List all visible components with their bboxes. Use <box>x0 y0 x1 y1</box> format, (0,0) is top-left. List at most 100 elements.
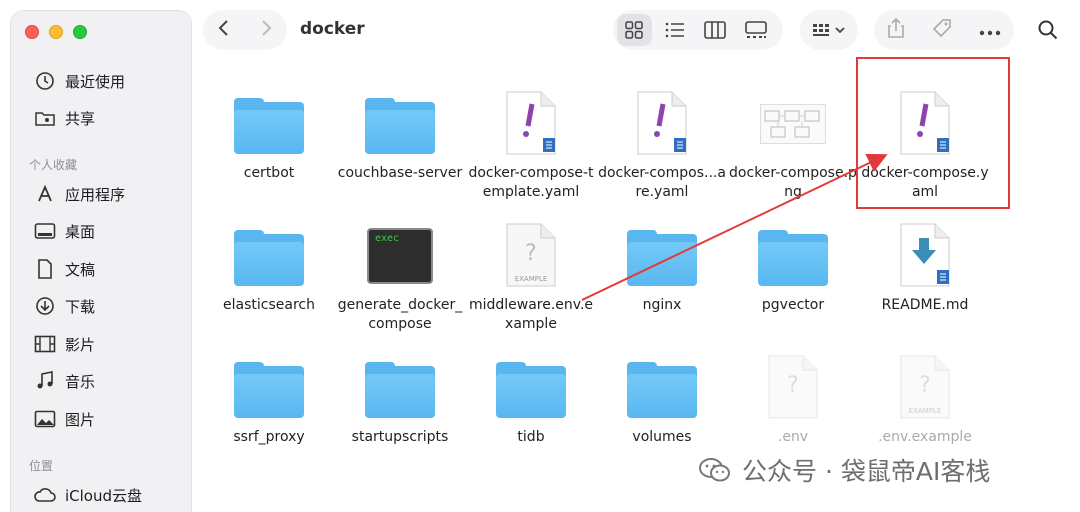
more-options-button[interactable] <box>979 21 1001 40</box>
icon-view-button[interactable] <box>617 14 652 46</box>
sidebar-item-documents[interactable]: 文稿 <box>33 255 95 283</box>
file-name: startupscripts <box>351 429 449 445</box>
file-item[interactable]: startupscripts <box>335 342 465 447</box>
music-icon <box>33 371 57 391</box>
file-badge: EXAMPLE <box>514 275 548 283</box>
window-controls <box>25 25 87 39</box>
file-name: .env <box>777 429 809 445</box>
cloud-icon <box>33 485 57 505</box>
search-button[interactable] <box>1030 12 1066 48</box>
file-item[interactable]: docker-compose-template.yaml <box>466 78 596 202</box>
sidebar-item-label: 影片 <box>65 335 96 354</box>
file-item[interactable]: volumes <box>597 342 727 447</box>
file-item[interactable]: docker-compos...are.yaml <box>597 78 727 202</box>
film-icon <box>33 334 57 354</box>
file-name: couchbase-server <box>337 165 463 181</box>
image-icon <box>33 409 57 429</box>
watermark-text: 公众号 · 袋鼠帝AI客栈 <box>742 457 991 486</box>
navigation-buttons <box>203 10 287 50</box>
file-name: docker-compos...are.yaml <box>598 165 726 200</box>
folder-icon <box>365 98 435 154</box>
share-button[interactable] <box>887 17 905 43</box>
gallery-view-button[interactable] <box>739 14 774 46</box>
document-icon <box>33 259 57 279</box>
unknown-file-icon: ? <box>768 355 818 419</box>
file-name: nginx <box>642 297 682 313</box>
file-item[interactable]: README.md <box>860 210 990 315</box>
yaml-file-icon <box>637 91 687 155</box>
wechat-icon <box>699 458 730 482</box>
file-item[interactable]: certbot <box>204 78 334 183</box>
sidebar-item-pictures[interactable]: 图片 <box>33 405 95 433</box>
file-name: volumes <box>632 429 692 445</box>
file-name: pgvector <box>761 297 825 313</box>
sidebar-item-music[interactable]: 音乐 <box>33 367 95 395</box>
tag-button[interactable] <box>931 17 953 43</box>
file-item[interactable]: ? EXAMPLE middleware.env.example <box>466 210 596 334</box>
file-item[interactable]: docker-compose.png <box>728 78 858 202</box>
watermark: 公众号 · 袋鼠帝AI客栈 <box>698 452 990 488</box>
locations-header: 位置 <box>29 459 54 473</box>
zoom-window-button[interactable] <box>73 25 87 39</box>
markdown-file-icon <box>900 223 950 287</box>
sidebar-item-movies[interactable]: 影片 <box>33 330 95 358</box>
file-item[interactable]: tidb <box>466 342 596 447</box>
folder-icon <box>758 230 828 286</box>
unknown-file-icon: ? EXAMPLE <box>899 354 951 420</box>
folder-icon <box>496 362 566 418</box>
file-name: certbot <box>243 165 295 181</box>
file-item[interactable]: ssrf_proxy <box>204 342 334 447</box>
unknown-file-icon: ? EXAMPLE <box>505 222 557 288</box>
back-button[interactable] <box>216 18 232 42</box>
file-name: ssrf_proxy <box>233 429 305 445</box>
group-grid-chevron-icon <box>813 24 845 36</box>
sidebar-item-label: 应用程序 <box>65 185 126 204</box>
file-badge: EXAMPLE <box>908 407 942 415</box>
file-item[interactable]: exec generate_docker_compose <box>335 210 465 334</box>
icon-view-icon <box>625 21 643 39</box>
forward-button[interactable] <box>258 18 274 42</box>
list-view-icon <box>665 22 684 38</box>
shared-folder-icon <box>33 108 57 128</box>
svg-text:?: ? <box>787 373 799 398</box>
folder-icon <box>234 98 304 154</box>
chevron-left-icon <box>218 20 228 36</box>
close-window-button[interactable] <box>25 25 39 39</box>
sidebar-item-shared[interactable]: 共享 <box>33 104 95 132</box>
favorites-header: 个人收藏 <box>29 158 78 172</box>
file-name: docker-compose.png <box>729 165 857 200</box>
sidebar-item-label: 下载 <box>65 297 96 316</box>
sidebar-item-downloads[interactable]: 下载 <box>33 292 95 320</box>
sidebar-item-label: 最近使用 <box>65 72 126 91</box>
file-item[interactable]: pgvector <box>728 210 858 315</box>
svg-text:?: ? <box>525 241 537 266</box>
file-item[interactable]: elasticsearch <box>204 210 334 315</box>
file-item-hidden[interactable]: ? EXAMPLE .env.example <box>860 342 990 447</box>
applications-icon <box>33 184 57 204</box>
list-view-button[interactable] <box>658 14 693 46</box>
sidebar-item-desktop[interactable]: 桌面 <box>33 217 95 245</box>
column-view-button[interactable] <box>698 14 733 46</box>
sidebar-item-label: iCloud云盘 <box>65 486 143 505</box>
ellipsis-icon <box>979 30 1001 35</box>
file-item-hidden[interactable]: ? .env <box>728 342 858 447</box>
file-item[interactable]: couchbase-server <box>335 78 465 183</box>
minimize-window-button[interactable] <box>49 25 63 39</box>
sidebar-item-label: 音乐 <box>65 372 96 391</box>
clock-icon <box>33 71 57 91</box>
selection-highlight-box <box>856 57 1010 209</box>
sidebar-item-label: 桌面 <box>65 222 96 241</box>
svg-text:?: ? <box>919 373 931 398</box>
sidebar-item-applications[interactable]: 应用程序 <box>33 180 125 208</box>
file-item[interactable]: nginx <box>597 210 727 315</box>
gallery-view-icon <box>744 21 767 38</box>
folder-icon <box>234 230 304 286</box>
tag-icon <box>932 19 951 38</box>
file-name: README.md <box>881 297 969 313</box>
file-name: generate_docker_compose <box>337 297 463 332</box>
group-by-button[interactable] <box>800 10 858 50</box>
sidebar-item-label: 共享 <box>65 109 96 128</box>
sidebar-item-recents[interactable]: 最近使用 <box>33 67 125 95</box>
file-name: middleware.env.example <box>468 297 594 332</box>
sidebar-item-icloud[interactable]: iCloud云盘 <box>33 481 142 509</box>
